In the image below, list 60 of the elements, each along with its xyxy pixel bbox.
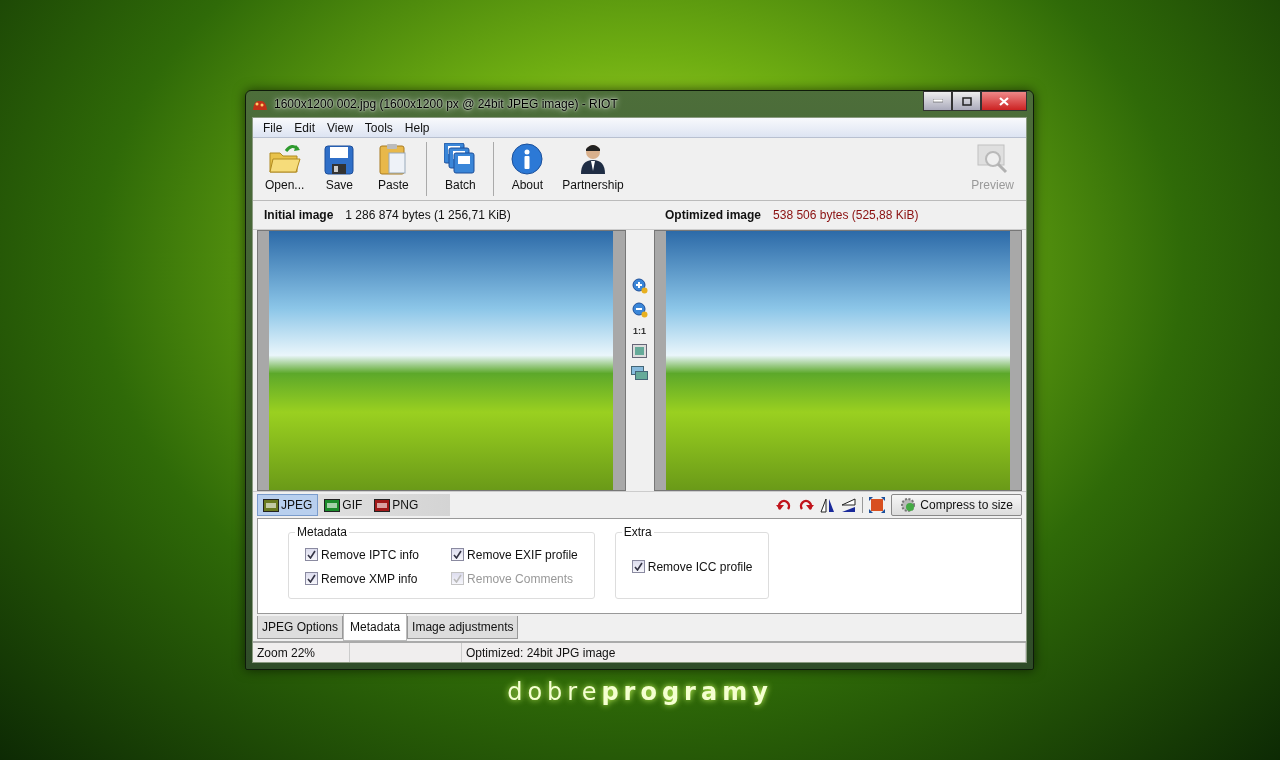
save-button[interactable]: Save bbox=[312, 138, 367, 200]
menu-item[interactable]: Tools bbox=[358, 120, 399, 135]
checkmark-icon bbox=[633, 562, 643, 571]
open-button[interactable]: Open... bbox=[257, 138, 313, 200]
minimize-icon bbox=[932, 99, 943, 103]
maximize-button[interactable] bbox=[952, 91, 981, 111]
menu-item[interactable]: Edit bbox=[288, 120, 322, 135]
compress-to-size-button[interactable]: Compress to size bbox=[891, 494, 1022, 516]
close-button[interactable] bbox=[981, 91, 1027, 111]
file-size-text: 1 286 874 bytes (1 256,71 KiB) bbox=[345, 208, 511, 222]
group-title: Extra bbox=[622, 525, 653, 539]
tab[interactable]: Image adjustments bbox=[407, 616, 519, 639]
format-tab[interactable]: PNG bbox=[368, 494, 425, 516]
zoom-out-icon[interactable] bbox=[631, 302, 648, 318]
menu-item[interactable]: View bbox=[321, 120, 359, 135]
group-title: Metadata bbox=[296, 525, 349, 539]
tab[interactable]: JPEG Options bbox=[257, 616, 344, 639]
zoom-in-icon[interactable] bbox=[631, 278, 648, 294]
picture-icon[interactable] bbox=[632, 344, 647, 358]
checkbox[interactable]: Remove ICC profile bbox=[631, 559, 753, 574]
checkmark-icon bbox=[307, 550, 316, 559]
folder-icon bbox=[267, 143, 302, 175]
close-icon bbox=[999, 96, 1009, 106]
actual-size-button[interactable]: 1:1 bbox=[633, 326, 646, 336]
clipboard-icon bbox=[379, 143, 408, 175]
floppy-stack-icon bbox=[444, 143, 477, 175]
status-text: Zoom 22% bbox=[257, 645, 316, 660]
gear-icon bbox=[900, 497, 917, 513]
panel-label: Optimized image bbox=[665, 208, 762, 222]
file-type-icon bbox=[263, 498, 279, 512]
format-tab[interactable]: GIF bbox=[318, 494, 369, 516]
menu-item[interactable]: File bbox=[257, 120, 289, 135]
info-icon bbox=[511, 143, 544, 175]
tab[interactable]: Metadata bbox=[343, 614, 408, 641]
minimize-button[interactable] bbox=[923, 91, 952, 111]
menu-item[interactable]: Help bbox=[398, 120, 436, 135]
maximize-icon bbox=[961, 96, 972, 106]
resize-icon[interactable] bbox=[869, 497, 886, 513]
file-type-icon bbox=[324, 498, 341, 512]
person-icon bbox=[580, 143, 607, 175]
flip-horizontal-icon[interactable] bbox=[820, 497, 836, 513]
status-text: Optimized: 24bit JPG image bbox=[466, 645, 616, 660]
paste-button[interactable]: Paste bbox=[366, 138, 421, 200]
checkbox[interactable]: Remove EXIF profile bbox=[451, 547, 578, 562]
window-title: 1600x1200 002.jpg (1600x1200 px @ 24bit JPEG image) - RIOT bbox=[274, 97, 619, 111]
checkmark-icon bbox=[307, 574, 316, 583]
panel-label: Initial image bbox=[264, 208, 334, 222]
flip-vertical-icon[interactable] bbox=[841, 497, 857, 513]
checkmark-icon bbox=[453, 574, 463, 583]
magnifier-icon bbox=[976, 143, 1009, 175]
checkmark-icon bbox=[453, 550, 463, 559]
file-type-icon bbox=[374, 498, 391, 512]
batch-button[interactable]: Batch bbox=[433, 138, 488, 200]
checkbox[interactable]: Remove XMP info bbox=[305, 571, 420, 586]
pictures-icon[interactable] bbox=[631, 366, 648, 381]
format-tab[interactable]: JPEG bbox=[257, 494, 319, 516]
about-button[interactable]: About bbox=[500, 138, 555, 200]
checkbox[interactable]: Remove IPTC info bbox=[305, 547, 420, 562]
file-size-text: 538 506 bytes (525,88 KiB) bbox=[773, 208, 919, 222]
partnership-button[interactable]: Partnership bbox=[554, 138, 632, 200]
